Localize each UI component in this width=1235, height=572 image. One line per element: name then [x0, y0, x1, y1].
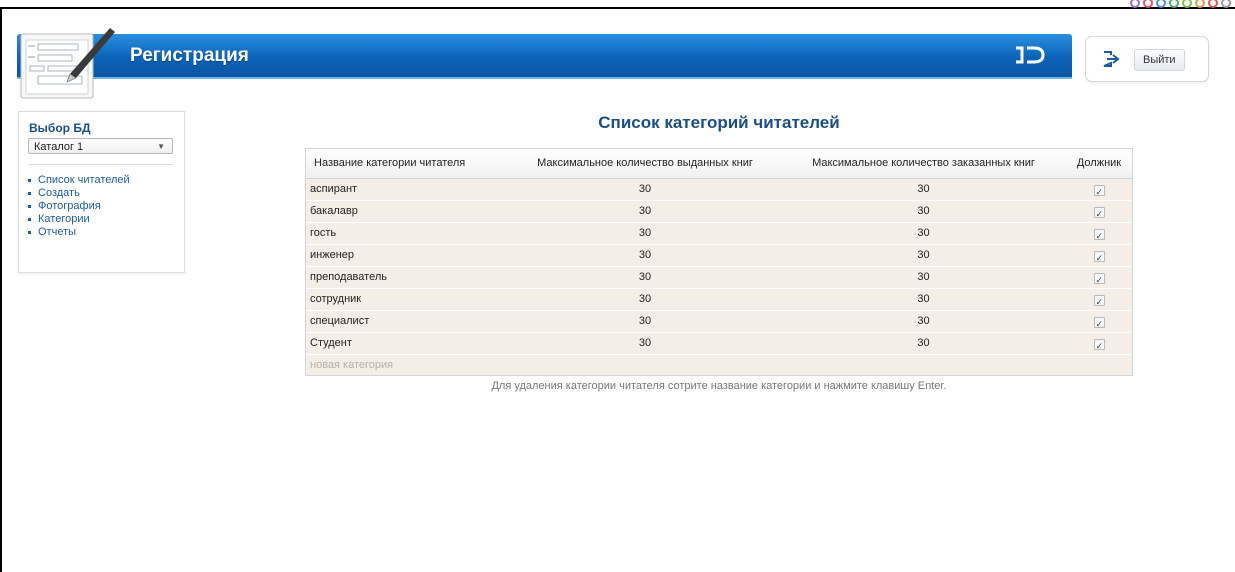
debtor-checkbox[interactable] [1093, 314, 1105, 335]
db-select-value: Каталог 1 [34, 141, 84, 153]
db-select-title: Выбор БД [29, 121, 91, 135]
category-name-cell[interactable]: преподаватель [306, 267, 509, 288]
column-header-debtor[interactable]: Должник [1066, 149, 1132, 178]
sidebar-item-photo[interactable]: Фотография [28, 200, 130, 213]
max-ordered-cell[interactable]: 30 [781, 223, 1066, 244]
category-name-cell[interactable]: бакалавр [306, 201, 509, 222]
sidebar-menu: Список читателей Создать Фотография Кате… [28, 174, 130, 239]
category-name-cell[interactable]: инженер [306, 245, 509, 266]
debtor-cell [1066, 223, 1132, 247]
table-row[interactable]: гость 30 30 [306, 223, 1132, 247]
debtor-checkbox[interactable] [1093, 204, 1105, 225]
table-row[interactable]: Студент 30 30 [306, 333, 1132, 357]
max-issued-cell[interactable]: 30 [509, 267, 781, 288]
window-border-left [0, 7, 2, 572]
decorative-rings [1130, 0, 1231, 16]
column-header-max-issued[interactable]: Максимальное количество выданных книг [509, 149, 781, 178]
page-header-title: Регистрация [130, 45, 249, 66]
max-issued-cell[interactable]: 30 [509, 245, 781, 266]
debtor-cell [1066, 267, 1132, 291]
registration-form-icon [20, 28, 115, 99]
sidebar-divider [28, 164, 173, 165]
max-issued-cell[interactable]: 30 [509, 311, 781, 332]
new-category-input[interactable]: новая категория [306, 355, 393, 375]
sidebar-item-reports[interactable]: Отчеты [28, 226, 130, 239]
bullet-icon [28, 205, 31, 208]
bullet-icon [28, 218, 31, 221]
logout-icon[interactable] [1102, 51, 1120, 67]
column-header-max-ordered[interactable]: Максимальное количество заказанных книг [781, 149, 1066, 178]
logout-panel: Выйти [1085, 36, 1209, 82]
max-issued-cell[interactable]: 30 [509, 201, 781, 222]
sidebar: Выбор БД Каталог 1 ▼ Список читателей Со… [18, 111, 185, 273]
table-row[interactable]: инженер 30 30 [306, 245, 1132, 269]
max-ordered-cell[interactable]: 30 [781, 333, 1066, 354]
table-row[interactable]: специалист 30 30 [306, 311, 1132, 335]
debtor-cell [1066, 289, 1132, 313]
debtor-checkbox[interactable] [1093, 336, 1105, 357]
chevron-down-icon: ▼ [157, 142, 165, 151]
window-border-top [0, 7, 1235, 9]
table-row[interactable]: преподаватель 30 30 [306, 267, 1132, 291]
column-header-name[interactable]: Название категории читателя [306, 149, 509, 178]
sidebar-item-create[interactable]: Создать [28, 187, 130, 200]
table-row[interactable]: аспирант 30 30 [306, 179, 1132, 203]
category-name-cell[interactable]: сотрудник [306, 289, 509, 310]
delete-hint-text: Для удаления категории читателя сотрите … [491, 380, 947, 392]
logout-button[interactable]: Выйти [1134, 49, 1185, 71]
bullet-icon [28, 231, 31, 234]
new-category-row[interactable]: новая категория [306, 355, 1132, 375]
max-ordered-cell[interactable]: 30 [781, 311, 1066, 332]
max-ordered-cell[interactable]: 30 [781, 245, 1066, 266]
debtor-checkbox[interactable] [1093, 270, 1105, 291]
debtor-cell [1066, 311, 1132, 335]
debtor-checkbox[interactable] [1093, 182, 1105, 203]
max-issued-cell[interactable]: 30 [509, 223, 781, 244]
max-issued-cell[interactable]: 30 [509, 289, 781, 310]
max-ordered-cell[interactable]: 30 [781, 267, 1066, 288]
page-title: Список категорий читателей [598, 113, 840, 132]
bullet-icon [28, 192, 31, 195]
sidebar-item-readers-list[interactable]: Список читателей [28, 174, 130, 187]
bullet-icon [28, 179, 31, 182]
max-ordered-cell[interactable]: 30 [781, 201, 1066, 222]
max-ordered-cell[interactable]: 30 [781, 289, 1066, 310]
max-issued-cell[interactable]: 30 [509, 179, 781, 200]
table-header: Название категории читателя Максимальное… [306, 149, 1132, 179]
table-row[interactable]: бакалавр 30 30 [306, 201, 1132, 225]
max-ordered-cell[interactable]: 30 [781, 179, 1066, 200]
max-issued-cell[interactable]: 30 [509, 333, 781, 354]
debtor-checkbox[interactable] [1093, 248, 1105, 269]
categories-table: Название категории читателя Максимальное… [305, 148, 1133, 376]
debtor-cell [1066, 201, 1132, 225]
debtor-checkbox[interactable] [1093, 226, 1105, 247]
debtor-checkbox[interactable] [1093, 292, 1105, 313]
debtor-cell [1066, 179, 1132, 203]
debtor-cell [1066, 245, 1132, 269]
category-name-cell[interactable]: Студент [306, 333, 509, 354]
brand-logo-icon [1016, 46, 1045, 64]
category-name-cell[interactable]: специалист [306, 311, 509, 332]
table-row[interactable]: сотрудник 30 30 [306, 289, 1132, 313]
sidebar-item-categories[interactable]: Категории [28, 213, 130, 226]
db-select[interactable]: Каталог 1 ▼ [28, 138, 173, 154]
category-name-cell[interactable]: гость [306, 223, 509, 244]
category-name-cell[interactable]: аспирант [306, 179, 509, 200]
debtor-cell [1066, 333, 1132, 357]
